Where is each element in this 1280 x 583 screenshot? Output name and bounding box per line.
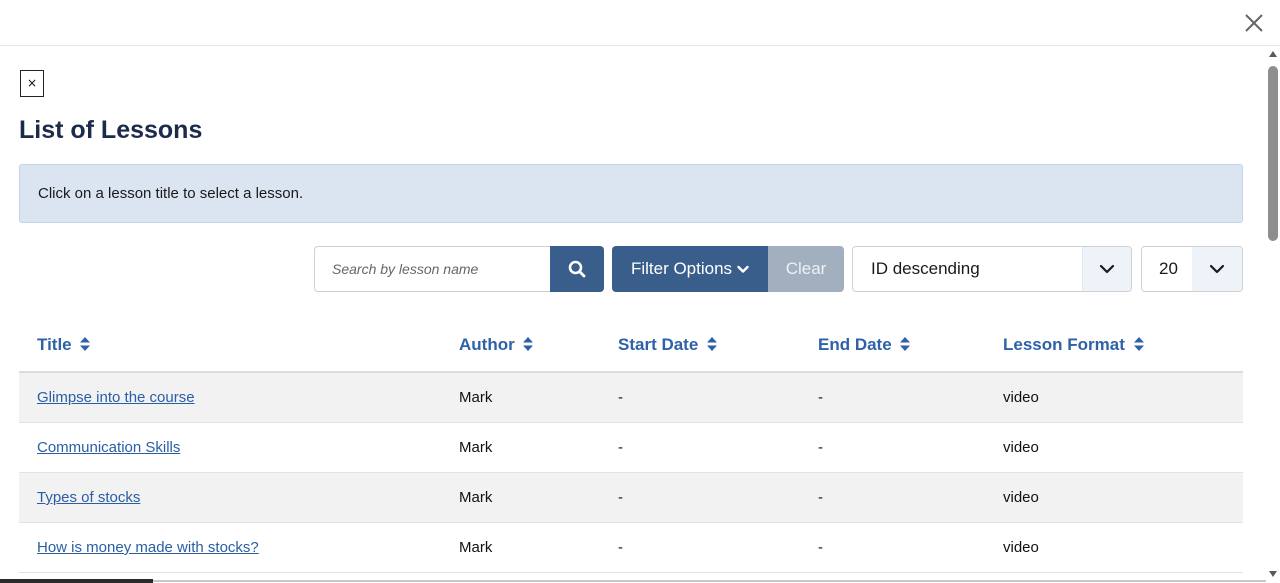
chevron-down-icon <box>1209 264 1225 274</box>
end-date-cell: - <box>818 389 823 406</box>
column-header-label: Title <box>37 335 72 354</box>
modal-header <box>0 0 1280 46</box>
lesson-title-link[interactable]: Glimpse into the course <box>37 389 195 406</box>
lesson-format-cell: video <box>1003 439 1039 456</box>
lesson-title-cell: Types of stocks <box>37 473 140 523</box>
start-date-cell: - <box>618 489 623 506</box>
info-message: Click on a lesson title to select a less… <box>38 185 304 202</box>
bottom-divider <box>0 577 1266 583</box>
column-header-author[interactable]: Author <box>459 322 534 368</box>
column-header-label: Author <box>459 335 515 354</box>
sort-icon <box>523 337 534 352</box>
close-x-icon[interactable] <box>1242 11 1266 35</box>
column-header-lesson-format[interactable]: Lesson Format <box>1003 322 1144 368</box>
sort-icon <box>1133 337 1144 352</box>
author-cell: Mark <box>459 439 493 456</box>
lesson-title-cell: Communication Skills <box>37 423 180 473</box>
chevron-down-icon <box>737 265 749 273</box>
column-header-title[interactable]: Title <box>37 322 91 368</box>
end-date-cell: - <box>818 539 823 556</box>
lesson-format-cell: video <box>1003 489 1039 506</box>
sort-select-toggle[interactable] <box>1082 247 1131 291</box>
column-header-end-date[interactable]: End Date <box>818 322 911 368</box>
table-row: Communication Skills Mark - - video <box>19 423 1243 473</box>
bottom-divider-light <box>153 580 1266 582</box>
scroll-down-arrow-icon[interactable] <box>1269 571 1277 577</box>
page-title: List of Lessons <box>19 116 203 144</box>
sort-icon <box>900 337 911 352</box>
page-size-select[interactable]: 20 <box>1141 246 1243 292</box>
vertical-scrollbar[interactable] <box>1266 46 1280 583</box>
author-cell: Mark <box>459 489 493 506</box>
search-button[interactable] <box>550 246 604 292</box>
filter-options-label: Filter Options <box>630 259 733 278</box>
chevron-down-icon <box>1099 264 1115 274</box>
column-header-start-date[interactable]: Start Date <box>618 322 718 368</box>
modal-content: × List of Lessons Click on a lesson titl… <box>19 46 1243 583</box>
page-size-value: 20 <box>1159 259 1178 278</box>
lesson-title-link[interactable]: Types of stocks <box>37 489 140 506</box>
lesson-title-link[interactable]: How is money made with stocks? <box>37 539 259 556</box>
end-date-cell: - <box>818 489 823 506</box>
column-header-label: End Date <box>818 335 892 354</box>
clear-label: Clear <box>785 259 827 278</box>
sort-icon <box>707 337 718 352</box>
filter-options-button[interactable]: Filter Options <box>612 246 768 292</box>
info-banner: Click on a lesson title to select a less… <box>19 164 1243 223</box>
scroll-up-arrow-icon[interactable] <box>1269 51 1277 57</box>
bottom-divider-dark <box>0 579 153 583</box>
lesson-title-cell: Glimpse into the course <box>37 373 195 423</box>
start-date-cell: - <box>618 539 623 556</box>
clear-button[interactable]: Clear <box>768 246 844 292</box>
sort-select[interactable]: ID descending <box>852 246 1132 292</box>
author-cell: Mark <box>459 539 493 556</box>
sort-select-value: ID descending <box>871 259 980 278</box>
lesson-format-cell: video <box>1003 539 1039 556</box>
end-date-cell: - <box>818 439 823 456</box>
table-row: Types of stocks Mark - - video <box>19 473 1243 523</box>
lesson-format-cell: video <box>1003 389 1039 406</box>
column-header-label: Lesson Format <box>1003 335 1125 354</box>
search-group <box>314 246 604 292</box>
page-size-toggle[interactable] <box>1192 247 1242 291</box>
search-input[interactable] <box>314 246 551 292</box>
lesson-title-link[interactable]: Communication Skills <box>37 439 180 456</box>
table-header: Title Author Start Date End Date Lesson … <box>19 322 1243 373</box>
author-cell: Mark <box>459 389 493 406</box>
start-date-cell: - <box>618 439 623 456</box>
sort-icon <box>80 337 91 352</box>
start-date-cell: - <box>618 389 623 406</box>
table-row: Glimpse into the course Mark - - video <box>19 373 1243 423</box>
panel-close-button[interactable]: × <box>20 70 44 97</box>
lesson-title-cell: How is money made with stocks? <box>37 523 259 573</box>
search-icon <box>568 260 586 278</box>
scroll-thumb[interactable] <box>1268 66 1278 241</box>
column-header-label: Start Date <box>618 335 699 354</box>
table-row: How is money made with stocks? Mark - - … <box>19 523 1243 573</box>
